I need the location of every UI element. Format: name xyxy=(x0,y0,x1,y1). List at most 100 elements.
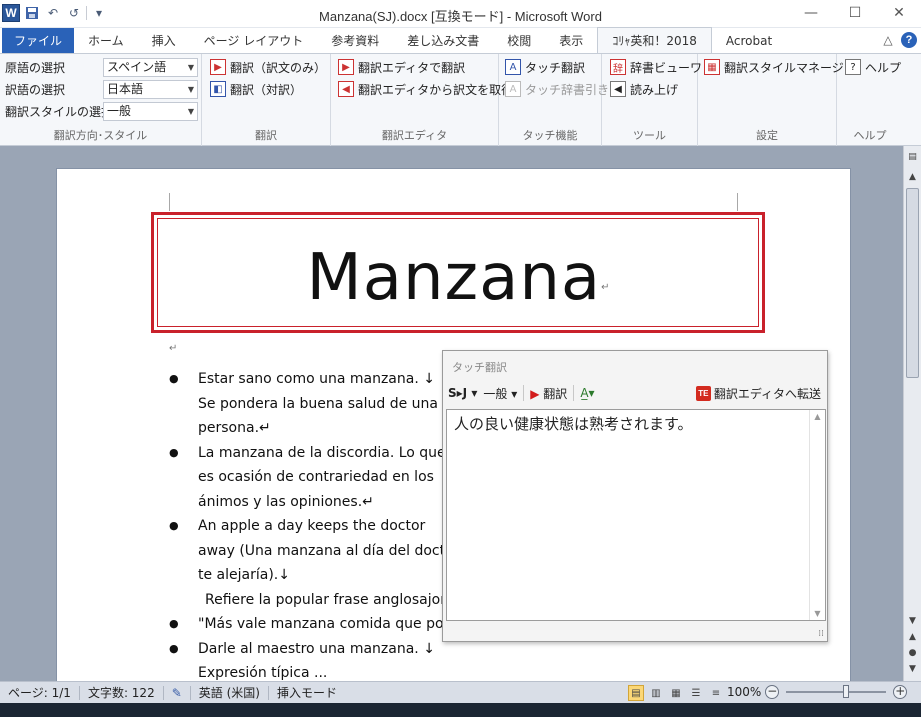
paragraph-mark: ↵ xyxy=(601,282,610,293)
tab-review[interactable]: 校閲 xyxy=(493,28,545,53)
list-item-continuation: Expresión típica ... xyxy=(198,665,328,681)
zoom-slider-thumb[interactable] xyxy=(843,685,850,698)
insert-mode-indicator[interactable]: 挿入モード xyxy=(269,686,345,700)
print-layout-icon[interactable]: ▤ xyxy=(628,685,644,701)
chevron-down-icon: ▼ xyxy=(187,85,194,94)
group-label-settings: 設定 xyxy=(756,129,778,142)
list-item: Estar sano como una manzana. ↓ xyxy=(169,367,469,392)
direction-value: S▸J xyxy=(448,386,468,400)
translate-only-label: 翻訳（訳文のみ） xyxy=(230,60,327,75)
list-item: La manzana de la discordia. Lo que xyxy=(169,441,469,466)
chevron-down-icon: ▾ xyxy=(471,386,478,400)
group-label-help: ヘルプ xyxy=(853,129,887,142)
tab-view[interactable]: 表示 xyxy=(545,28,597,53)
source-language-select[interactable]: スペイン語 ▼ xyxy=(103,58,198,77)
touch-dictionary-button[interactable]: A タッチ辞書引き xyxy=(505,79,609,99)
translation-result-box[interactable]: 人の良い健康状態は熟考されます。 ▲ ▼ xyxy=(446,409,826,621)
draft-icon[interactable]: ≡ xyxy=(708,685,724,701)
target-language-select[interactable]: 日本語 ▼ xyxy=(103,80,198,99)
word-count[interactable]: 文字数: 122 xyxy=(80,685,164,700)
page-indicator[interactable]: ページ: 1/1 xyxy=(0,685,80,700)
editor-fetch-icon: ◀ xyxy=(338,81,354,97)
help-button[interactable]: ? ヘルプ xyxy=(845,57,901,77)
tab-references[interactable]: 参考資料 xyxy=(317,28,393,53)
list-item-continuation: ánimos y las opiniones.↵ xyxy=(198,493,374,510)
window-title: Manzana(SJ).docx [互換モード] - Microsoft Wor… xyxy=(319,9,602,24)
group-label-translate: 翻訳 xyxy=(255,129,277,142)
minimize-button[interactable]: — xyxy=(789,0,833,26)
ruler-toggle-icon[interactable]: ▤ xyxy=(904,152,921,162)
translate-only-button[interactable]: ▶ 翻訳（訳文のみ） xyxy=(210,57,326,77)
translate-parallel-button[interactable]: ◧ 翻訳（対訳） xyxy=(210,79,302,99)
list-item: Darle al maestro una manzana. ↓ xyxy=(169,637,469,662)
vertical-scrollbar[interactable]: ▤ ▲ ▼ ▲ ● ▼ xyxy=(903,146,921,681)
web-layout-icon[interactable]: ▦ xyxy=(668,685,684,701)
group-touch: A タッチ翻訳 A タッチ辞書引き タッチ機能 xyxy=(499,54,609,146)
tab-mailings[interactable]: 差し込み文書 xyxy=(393,28,493,53)
touch-panel-title: タッチ翻訳 xyxy=(452,361,507,374)
ribbon: 原語の選択 スペイン語 ▼ 訳語の選択 日本語 ▼ 翻訳スタイルの選択 一般 ▼ 翻訳… xyxy=(0,53,921,146)
translate-button-label: 翻訳 xyxy=(543,386,568,401)
touch-translate-button[interactable]: A タッチ翻訳 xyxy=(505,57,585,77)
zoom-control: 100% − + xyxy=(727,685,908,699)
read-aloud-button[interactable]: ◀ 読み上げ xyxy=(610,79,678,99)
tab-home[interactable]: ホーム xyxy=(74,28,138,53)
outline-icon[interactable]: ☰ xyxy=(688,685,704,701)
transfer-label: 翻訳エディタへ転送 xyxy=(713,387,821,401)
tab-file[interactable]: ファイル xyxy=(2,28,75,53)
zoom-out-icon[interactable]: − xyxy=(765,685,780,699)
close-button[interactable]: ✕ xyxy=(877,0,921,26)
group-label-touch: タッチ機能 xyxy=(522,129,578,142)
tab-page-layout[interactable]: ページ レイアウト xyxy=(190,28,318,53)
tab-acrobat[interactable]: Acrobat xyxy=(712,28,786,53)
document-body[interactable]: Estar sano como una manzana. ↓ Se ponder… xyxy=(169,367,469,681)
resize-grip-icon[interactable]: ⁞⁞ xyxy=(818,629,824,639)
transfer-to-editor-button[interactable]: TE 翻訳エディタへ転送 xyxy=(695,385,821,402)
scroll-up-icon[interactable]: ▲ xyxy=(904,172,921,182)
zoom-in-icon[interactable]: + xyxy=(893,685,908,699)
style-manager-button[interactable]: ▦ 翻訳スタイルマネージャ xyxy=(704,57,855,77)
tab-korya-eiwa[interactable]: ｺﾘｬ英和！2018 xyxy=(597,27,712,53)
group-label-editor: 翻訳エディタ xyxy=(381,129,448,142)
scroll-thumb[interactable] xyxy=(906,188,919,378)
direction-dropdown[interactable]: S▸J ▾ xyxy=(448,386,477,400)
help-label: ヘルプ xyxy=(865,60,902,75)
font-color-icon[interactable]: A̲▾ xyxy=(580,386,594,400)
toolbar-separator xyxy=(523,385,525,401)
group-help: ? ヘルプ ヘルプ xyxy=(837,54,903,146)
group-direction-style: 原語の選択 スペイン語 ▼ 訳語の選択 日本語 ▼ 翻訳スタイルの選択 一般 ▼ 翻訳… xyxy=(0,54,202,146)
translation-result: 人の良い健康状態は熟考されます。 xyxy=(454,415,693,433)
previous-page-icon[interactable]: ▲ xyxy=(904,632,921,642)
group-label-tools: ツール xyxy=(633,129,666,142)
source-language-value: スペイン語 xyxy=(107,60,167,74)
translate-in-editor-button[interactable]: ▶ 翻訳エディタで翻訳 xyxy=(338,57,465,77)
proofing-icon[interactable]: ✎ xyxy=(164,685,191,700)
maximize-button[interactable]: ☐ xyxy=(833,0,877,26)
collapse-ribbon-icon[interactable]: △ xyxy=(881,33,895,47)
translate-button[interactable]: ▶ 翻訳 xyxy=(530,385,567,402)
help-icon[interactable]: ? xyxy=(901,32,917,48)
touch-translate-panel[interactable]: タッチ翻訳 S▸J ▾ 一般 ▾ ▶ 翻訳 A̲▾ TE 翻訳エディタへ転送 人… xyxy=(442,350,828,642)
translate-in-editor-label: 翻訳エディタで翻訳 xyxy=(358,60,466,75)
translate-parallel-label: 翻訳（対訳） xyxy=(230,82,303,97)
scroll-down-icon[interactable]: ▼ xyxy=(810,609,825,618)
scroll-down-icon[interactable]: ▼ xyxy=(904,616,921,626)
zoom-level[interactable]: 100% xyxy=(727,685,761,699)
paragraph-mark: ↵ xyxy=(169,343,178,354)
translation-style-value: 一般 xyxy=(107,104,132,118)
tab-insert[interactable]: 挿入 xyxy=(138,28,190,53)
touch-translate-icon: A xyxy=(505,59,521,75)
title-frame: Manzana ↵ xyxy=(151,212,765,333)
browse-object-icon[interactable]: ● xyxy=(904,648,921,658)
scroll-up-icon[interactable]: ▲ xyxy=(810,412,825,421)
next-page-icon[interactable]: ▼ xyxy=(904,664,921,674)
translation-style-select[interactable]: 一般 ▼ xyxy=(103,102,198,121)
full-screen-reading-icon[interactable]: ▥ xyxy=(648,685,664,701)
result-scrollbar[interactable]: ▲ ▼ xyxy=(809,410,825,620)
style-dropdown[interactable]: 一般 ▾ xyxy=(483,385,517,402)
zoom-slider[interactable] xyxy=(786,685,887,698)
language-indicator[interactable]: 英語 (米国) xyxy=(191,685,269,700)
title-bar: W ↶ ↺ ▾ Manzana(SJ).docx [互換モード] - Micro… xyxy=(0,0,921,28)
get-from-editor-button[interactable]: ◀ 翻訳エディタから訳文を取得 xyxy=(338,79,513,99)
dictionary-viewer-button[interactable]: 辞辞書ビューワ xyxy=(610,57,702,77)
